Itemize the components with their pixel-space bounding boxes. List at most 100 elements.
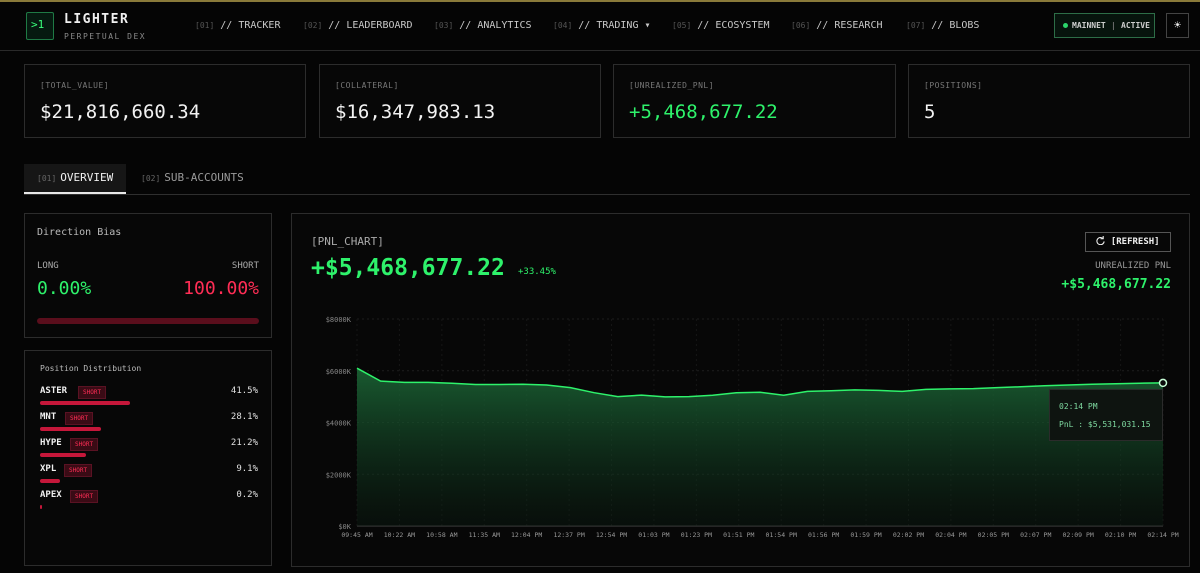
nav-trading[interactable]: [04] // TRADING ▾ xyxy=(553,20,651,31)
x-tick-label: 12:37 PM xyxy=(553,531,584,539)
tab-sub-accounts[interactable]: [02] SUB-ACCOUNTS xyxy=(141,164,244,194)
direction-bias-bar xyxy=(37,318,259,324)
nav-research[interactable]: [06] // RESEARCH xyxy=(791,20,883,31)
logo-icon[interactable]: >1 xyxy=(26,12,54,40)
x-tick-label: 02:02 PM xyxy=(893,531,924,539)
position-share: 21.2% xyxy=(230,438,258,448)
stat-label: [POSITIONS] xyxy=(924,81,983,90)
x-tick-label: 01:51 PM xyxy=(723,531,754,539)
nav-num: [06] xyxy=(791,21,811,30)
nav-num: [05] xyxy=(672,21,692,30)
nav-label: // ECOSYSTEM xyxy=(697,20,770,31)
share-bar xyxy=(40,427,101,431)
stat-card-total-value: [TOTAL_VALUE] $21,816,660.34 xyxy=(24,64,306,138)
x-tick-label: 10:22 AM xyxy=(384,531,415,539)
stat-value: +5,468,677.22 xyxy=(629,101,778,123)
network-state: ACTIVE xyxy=(1121,21,1150,30)
x-tick-label: 12:04 PM xyxy=(511,531,542,539)
share-bar xyxy=(40,401,130,405)
theme-toggle-sun-icon[interactable]: ☀ xyxy=(1166,13,1189,38)
last-point-marker[interactable] xyxy=(1158,378,1168,388)
panel-title: Position Distribution xyxy=(40,364,142,373)
y-tick-label: $6000K xyxy=(326,368,352,376)
x-tick-label: 02:05 PM xyxy=(978,531,1009,539)
x-tick-label: 11:35 AM xyxy=(469,531,500,539)
nav-num: [01] xyxy=(195,21,215,30)
nav-label: // RESEARCH xyxy=(816,20,883,31)
share-bar xyxy=(40,479,60,483)
x-tick-label: 09:45 AM xyxy=(341,531,372,539)
position-share: 0.2% xyxy=(236,490,258,500)
position-row[interactable]: HYPE SHORT 21.2% xyxy=(40,438,258,464)
stat-value: $21,816,660.34 xyxy=(40,101,201,123)
tab-bar: [01] OVERVIEW [02] SUB-ACCOUNTS xyxy=(24,164,1190,195)
position-row[interactable]: ASTER SHORT 41.5% xyxy=(40,386,258,412)
network-status-badge[interactable]: MAINNET | ACTIVE xyxy=(1054,13,1155,38)
nav-num: [02] xyxy=(303,21,323,30)
nav-tracker[interactable]: [01] // TRACKER xyxy=(195,20,280,31)
stat-label: [COLLATERAL] xyxy=(335,81,399,90)
position-row[interactable]: XPL SHORT 9.1% xyxy=(40,464,258,490)
side-badge: SHORT xyxy=(70,438,99,451)
top-header: >1 LIGHTER PERPETUAL DEX [01]// TRACKER … xyxy=(0,2,1200,51)
brand-subtitle: PERPETUAL DEX xyxy=(64,32,147,41)
position-symbol: HYPE xyxy=(40,438,62,448)
position-share: 41.5% xyxy=(230,386,258,396)
tab-overview[interactable]: [01] OVERVIEW xyxy=(24,164,126,194)
nav-leaderboard[interactable]: [02] // LEADERBOARD xyxy=(303,20,413,31)
stat-card-collateral: [COLLATERAL] $16,347,983.13 xyxy=(319,64,601,138)
side-badge: SHORT xyxy=(65,412,94,425)
position-row[interactable]: MNT SHORT 28.1% xyxy=(40,412,258,438)
long-label: LONG xyxy=(37,261,59,271)
nav-blobs[interactable]: [07] // BLOBS xyxy=(906,20,979,31)
position-symbol: APEX xyxy=(40,490,62,500)
tab-num: [02] xyxy=(141,174,161,183)
short-label: SHORT xyxy=(231,261,259,271)
y-tick-label: $0K xyxy=(338,523,351,531)
nav-analytics[interactable]: [03] // ANALYTICS xyxy=(434,20,532,31)
tab-label: SUB-ACCOUNTS xyxy=(164,171,244,184)
tab-label: OVERVIEW xyxy=(60,171,114,184)
tab-num: [01] xyxy=(37,174,57,183)
chart-tooltip: 02:14 PM PnL : $5,531,031.15 xyxy=(1049,389,1163,441)
nav-num: [04] xyxy=(553,21,573,30)
side-badge: SHORT xyxy=(70,490,99,503)
position-symbol: MNT xyxy=(40,412,57,422)
position-distribution-panel: Position Distribution ASTER SHORT 41.5% … xyxy=(24,350,272,566)
panel-title: Direction Bias xyxy=(37,227,122,238)
x-tick-label: 12:54 PM xyxy=(596,531,627,539)
nav-ecosystem[interactable]: [05] // ECOSYSTEM xyxy=(672,20,770,31)
nav-label: // TRADING ▾ xyxy=(578,20,651,31)
long-value: 0.00% xyxy=(37,278,92,299)
status-separator: | xyxy=(1111,21,1116,30)
status-dot-icon xyxy=(1063,23,1068,28)
brand-name[interactable]: LIGHTER xyxy=(64,12,129,27)
stat-value: 5 xyxy=(924,101,936,123)
logo-glyph: >1 xyxy=(31,18,45,31)
nav-label: // BLOBS xyxy=(931,20,980,31)
x-tick-label: 10:58 AM xyxy=(426,531,457,539)
nav-num: [03] xyxy=(434,21,454,30)
x-tick-label: 01:54 PM xyxy=(766,531,797,539)
y-tick-label: $4000K xyxy=(326,420,352,428)
position-symbol: XPL xyxy=(40,464,57,474)
x-tick-label: 02:14 PM xyxy=(1147,531,1178,539)
stat-label: [UNREALIZED_PNL] xyxy=(629,81,715,90)
stat-card-positions: [POSITIONS] 5 xyxy=(908,64,1190,138)
stat-label: [TOTAL_VALUE] xyxy=(40,81,110,90)
x-tick-label: 02:10 PM xyxy=(1105,531,1136,539)
share-bar xyxy=(40,505,42,509)
direction-bias-panel: Direction Bias LONG SHORT 0.00% 100.00% xyxy=(24,213,272,338)
side-badge: SHORT xyxy=(78,386,107,399)
x-tick-label: 01:56 PM xyxy=(808,531,839,539)
x-tick-label: 01:03 PM xyxy=(638,531,669,539)
position-symbol: ASTER xyxy=(40,386,68,396)
position-row[interactable]: APEX SHORT 0.2% xyxy=(40,490,258,516)
nav-label: // LEADERBOARD xyxy=(328,20,413,31)
position-share: 28.1% xyxy=(230,412,258,422)
stat-card-unrealized-pnl: [UNREALIZED_PNL] +5,468,677.22 xyxy=(613,64,896,138)
y-tick-label: $2000K xyxy=(326,471,352,479)
nav-num: [07] xyxy=(906,21,926,30)
short-value: 100.00% xyxy=(183,278,259,299)
pnl-chart-panel: [PNL_CHART] +$5,468,677.22 +33.45% [REFR… xyxy=(291,213,1190,567)
